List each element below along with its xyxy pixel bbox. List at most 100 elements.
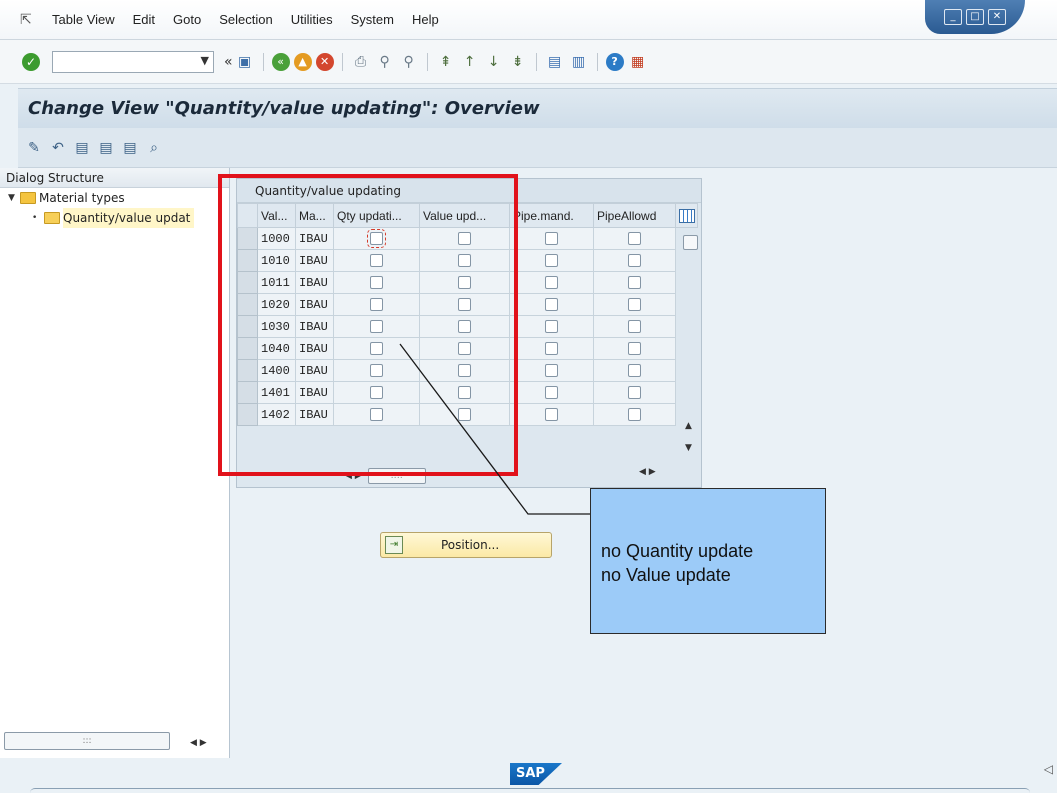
menu-utilities[interactable]: Utilities [291,12,333,27]
value-update-checkbox[interactable] [458,363,471,377]
menu-table-view[interactable]: Table View [52,12,115,27]
display-change-icon[interactable]: ✎ [24,138,44,158]
qty-update-checkbox[interactable] [370,407,383,421]
find-icon[interactable]: ⚲ [375,52,395,72]
scroll-left-right-icon[interactable]: ◀ ▶ [345,471,362,481]
tree-item-quantity-value-updating[interactable]: • Quantity/value updat [0,208,229,228]
enter-check-icon[interactable]: ✓ [22,52,40,71]
pipe-allowed-checkbox[interactable] [628,253,641,267]
qty-update-checkbox[interactable] [370,385,383,399]
status-toggle-icon[interactable]: ◁ [1044,762,1053,776]
menu-icon[interactable]: ⇱ [20,13,38,27]
first-page-icon[interactable]: ⇞ [436,52,456,72]
column-header-ma[interactable]: Ma... [295,203,334,228]
value-update-checkbox[interactable] [458,297,471,311]
maximize-icon[interactable]: □ [966,9,984,25]
table-horizontal-scrollbar[interactable]: ◀ ▶ :::: [345,467,441,485]
pipe-mand-checkbox[interactable] [545,363,558,377]
scroll-thumb[interactable] [683,235,698,250]
exit-icon[interactable]: ▲ [293,52,312,71]
pipe-allowed-checkbox[interactable] [628,341,641,355]
pipe-allowed-checkbox[interactable] [628,297,641,311]
value-update-checkbox[interactable] [458,407,471,421]
back-icon[interactable]: « [271,52,290,71]
next-page-icon[interactable]: ↓ [484,52,504,72]
details-icon[interactable]: ⌕ [144,138,164,158]
pipe-allowed-checkbox[interactable] [628,385,641,399]
column-scroll-arrows[interactable]: ◀ ▶ [639,467,656,477]
row-selector[interactable] [237,271,258,294]
pipe-mand-checkbox[interactable] [545,319,558,333]
select-all-icon[interactable]: ▤ [72,138,92,158]
row-selector[interactable] [237,403,258,426]
pipe-mand-checkbox[interactable] [545,231,558,245]
row-selector[interactable] [237,381,258,404]
row-selector[interactable] [237,359,258,382]
help-icon[interactable]: ? [605,52,624,71]
pipe-mand-checkbox[interactable] [545,341,558,355]
menu-system[interactable]: System [351,12,394,27]
select-all-column-header[interactable] [237,203,258,228]
column-header-qty-update[interactable]: Qty updati... [333,203,420,228]
row-selector[interactable] [237,337,258,360]
value-update-checkbox[interactable] [458,275,471,289]
tree-item-material-types[interactable]: ▼ Material types [0,188,229,208]
qty-update-checkbox[interactable] [370,253,383,267]
value-update-checkbox[interactable] [458,385,471,399]
undo-icon[interactable]: ↶ [48,138,68,158]
pipe-allowed-checkbox[interactable] [628,319,641,333]
tree-horizontal-scrollbar[interactable]: ::: [4,732,170,750]
save-icon[interactable]: ▣ [235,52,255,72]
close-icon[interactable]: ✕ [988,9,1006,25]
scroll-down-icon[interactable]: ▼ [685,443,692,453]
menu-edit[interactable]: Edit [133,12,155,27]
qty-update-checkbox[interactable] [370,275,383,289]
pipe-mand-checkbox[interactable] [545,407,558,421]
position-button[interactable]: ⇥ Position... [380,532,552,558]
row-selector[interactable] [237,293,258,316]
print-icon[interactable]: ⎙ [351,52,371,72]
menu-goto[interactable]: Goto [173,12,201,27]
find-next-icon[interactable]: ⚲ [399,52,419,72]
pipe-allowed-checkbox[interactable] [628,275,641,289]
column-header-pipe-mand[interactable]: Pipe.mand. [509,203,594,228]
menu-selection[interactable]: Selection [219,12,272,27]
collapse-icon[interactable]: « [224,54,233,70]
table-vertical-scrollbar[interactable]: ▲ ▼ [681,233,701,463]
command-input[interactable] [53,51,193,72]
tree-scroll-arrows[interactable]: ◀ ▶ [190,738,207,748]
row-selector[interactable] [237,249,258,272]
column-header-value-update[interactable]: Value upd... [419,203,510,228]
scroll-up-icon[interactable]: ▲ [685,421,692,431]
pipe-mand-checkbox[interactable] [545,297,558,311]
value-update-checkbox[interactable] [458,341,471,355]
minimize-icon[interactable]: _ [944,9,962,25]
cancel-icon[interactable]: ✕ [315,52,334,71]
pipe-mand-checkbox[interactable] [545,253,558,267]
qty-update-checkbox[interactable] [370,297,383,311]
customize-layout-icon[interactable]: ▦ [628,52,648,72]
column-header-val[interactable]: Val... [257,203,296,228]
chevron-down-icon[interactable]: ▼ [201,54,209,67]
deselect-all-icon[interactable]: ▤ [120,138,140,158]
qty-update-checkbox[interactable] [367,228,386,248]
qty-update-checkbox[interactable] [370,341,383,355]
value-update-checkbox[interactable] [458,231,471,245]
scroll-thumb[interactable]: :::: [367,468,426,484]
command-field[interactable]: ▼ [52,50,214,73]
select-block-icon[interactable]: ▤ [96,138,116,158]
caret-down-icon[interactable]: ▼ [8,188,20,208]
pipe-allowed-checkbox[interactable] [628,407,641,421]
qty-update-checkbox[interactable] [370,319,383,333]
pipe-allowed-checkbox[interactable] [628,363,641,377]
qty-update-checkbox[interactable] [370,363,383,377]
shortcut-icon[interactable]: ▥ [569,52,589,72]
row-selector[interactable] [237,227,258,250]
menu-help[interactable]: Help [412,12,439,27]
previous-page-icon[interactable]: ↑ [460,52,480,72]
new-session-icon[interactable]: ▤ [545,52,565,72]
column-header-pipe-allowed[interactable]: PipeAllowd [593,203,676,228]
column-settings-button[interactable] [675,203,698,228]
pipe-mand-checkbox[interactable] [545,385,558,399]
pipe-allowed-checkbox[interactable] [628,231,641,245]
